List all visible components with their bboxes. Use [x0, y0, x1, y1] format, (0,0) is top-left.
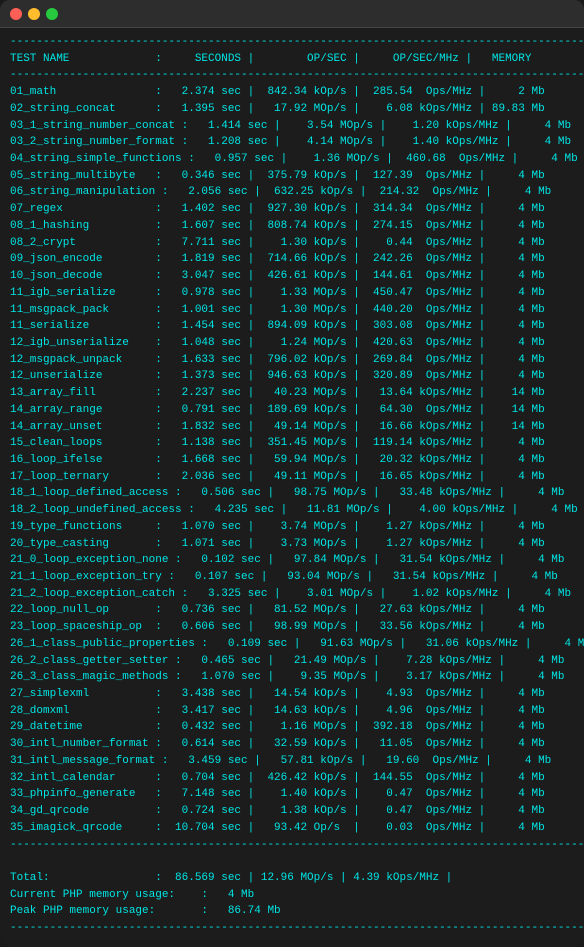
benchmark-output: ----------------------------------------… [10, 34, 574, 937]
close-button[interactable] [10, 8, 22, 20]
traffic-lights [10, 8, 58, 20]
titlebar [0, 0, 584, 28]
content-area: ----------------------------------------… [0, 28, 584, 947]
maximize-button[interactable] [46, 8, 58, 20]
minimize-button[interactable] [28, 8, 40, 20]
window: ----------------------------------------… [0, 0, 584, 947]
